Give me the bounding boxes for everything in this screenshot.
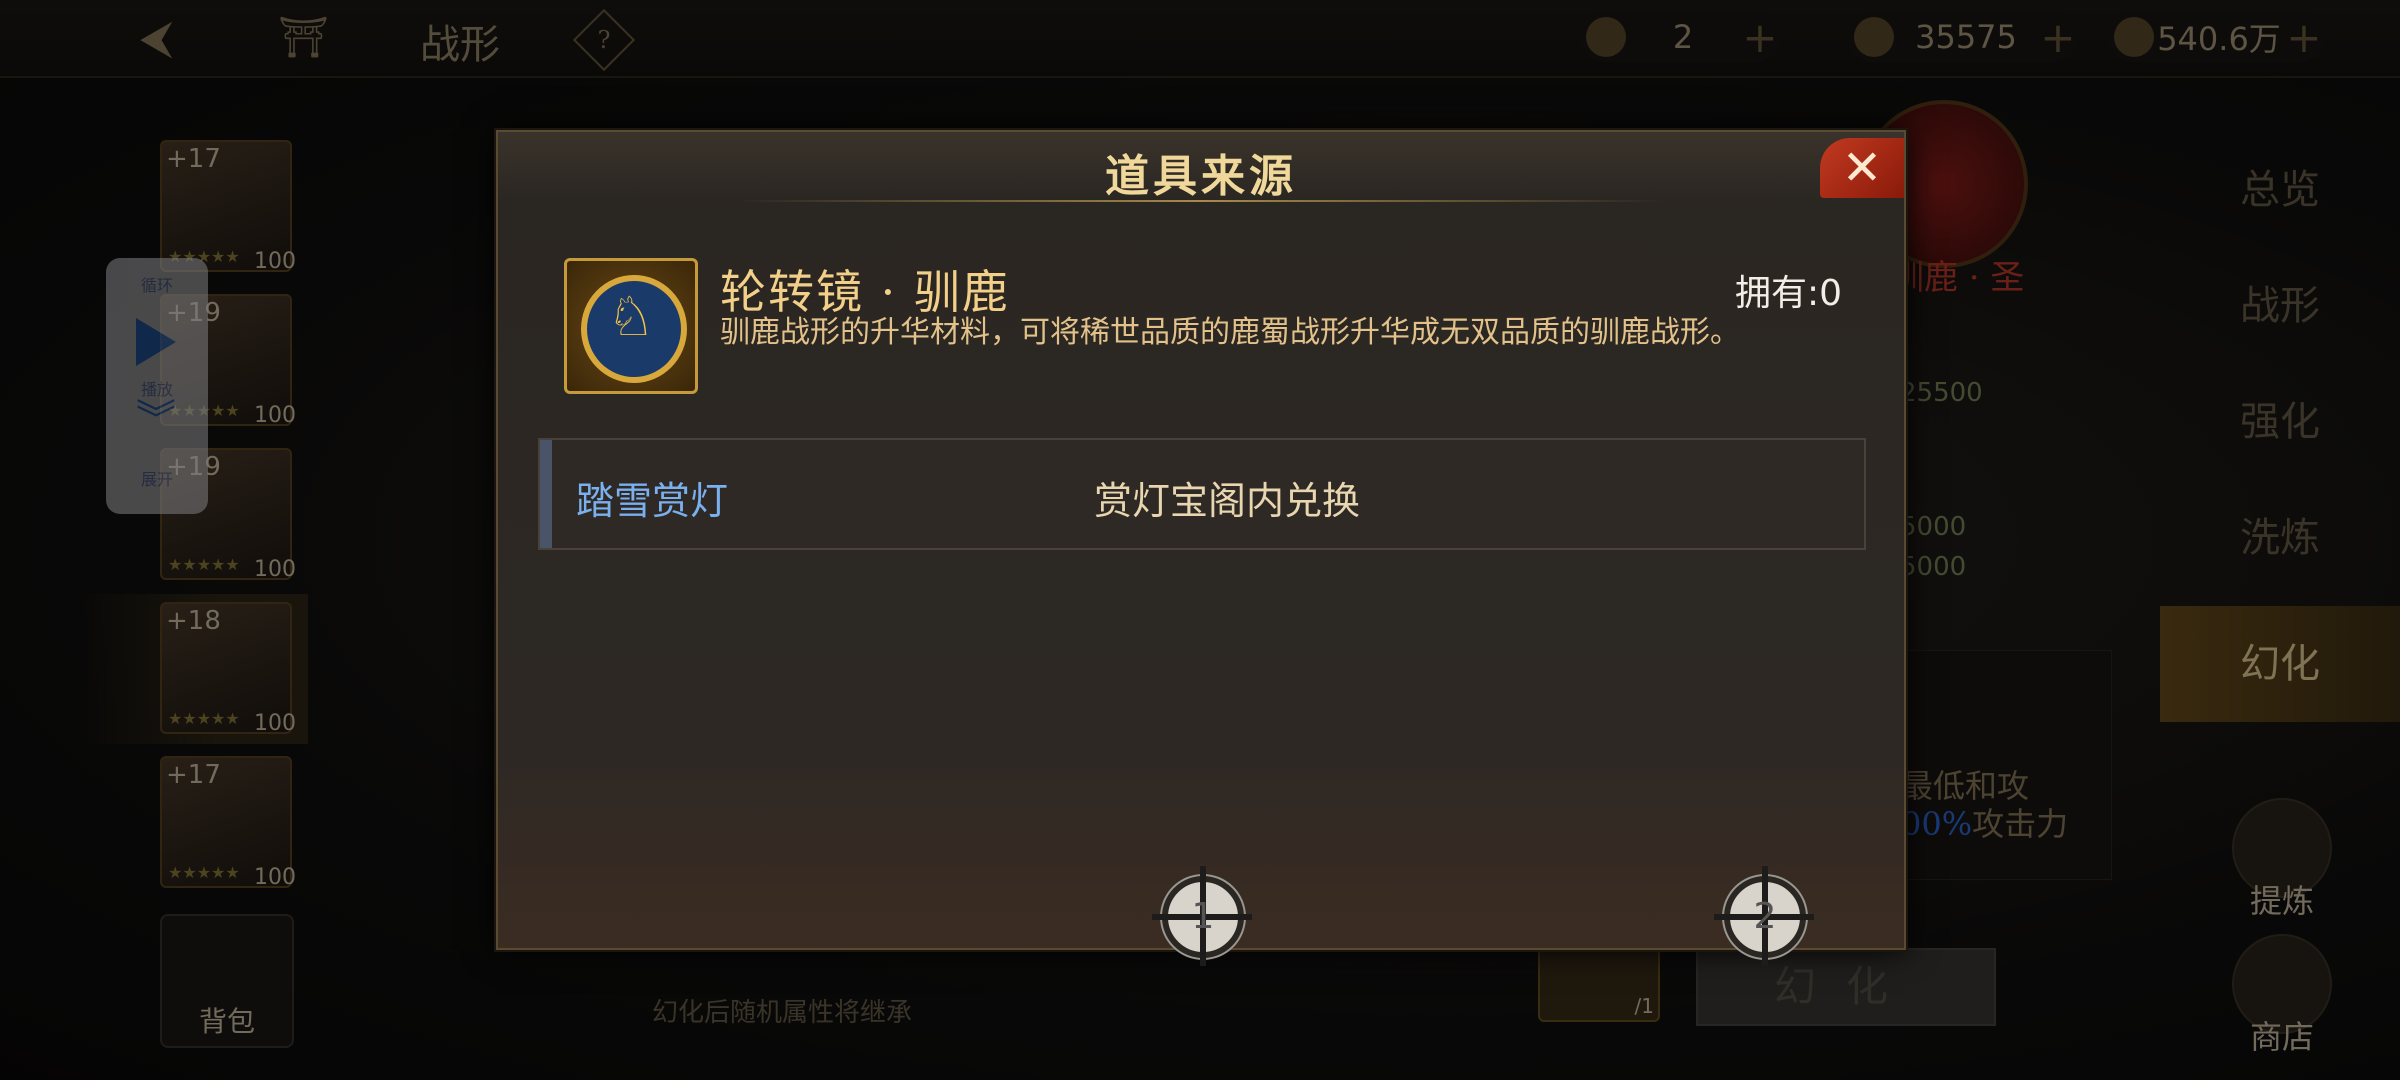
page-marker-1[interactable]: 1	[1152, 866, 1252, 966]
source-row[interactable]: 踏雪赏灯 赏灯宝阁内兑换	[538, 438, 1866, 550]
page-marker-2[interactable]: 2	[1714, 866, 1814, 966]
source-description: 赏灯宝阁内兑换	[1094, 479, 1361, 523]
page-marker-label: 1	[1191, 896, 1215, 937]
dialog-title: 道具来源	[1105, 151, 1297, 202]
close-button[interactable]: ✕	[1820, 138, 1904, 198]
page-marker-label: 2	[1753, 896, 1777, 937]
source-row-accent	[540, 440, 552, 548]
source-name[interactable]: 踏雪赏灯	[576, 470, 728, 525]
deer-icon: ♘	[606, 285, 656, 348]
close-icon: ✕	[1841, 140, 1883, 196]
item-source-dialog: 道具来源 ✕ ♘ 轮转镜 · 驯鹿 拥有:0 驯鹿战形的升华材料，可将稀世品质的…	[496, 130, 1906, 966]
header-divider	[738, 200, 1664, 202]
item-icon: ♘	[564, 258, 698, 394]
item-owned-count: 拥有:0	[1734, 273, 1842, 314]
item-description: 驯鹿战形的升华材料，可将稀世品质的鹿蜀战形升华成无双品质的驯鹿战形。	[720, 315, 1740, 350]
